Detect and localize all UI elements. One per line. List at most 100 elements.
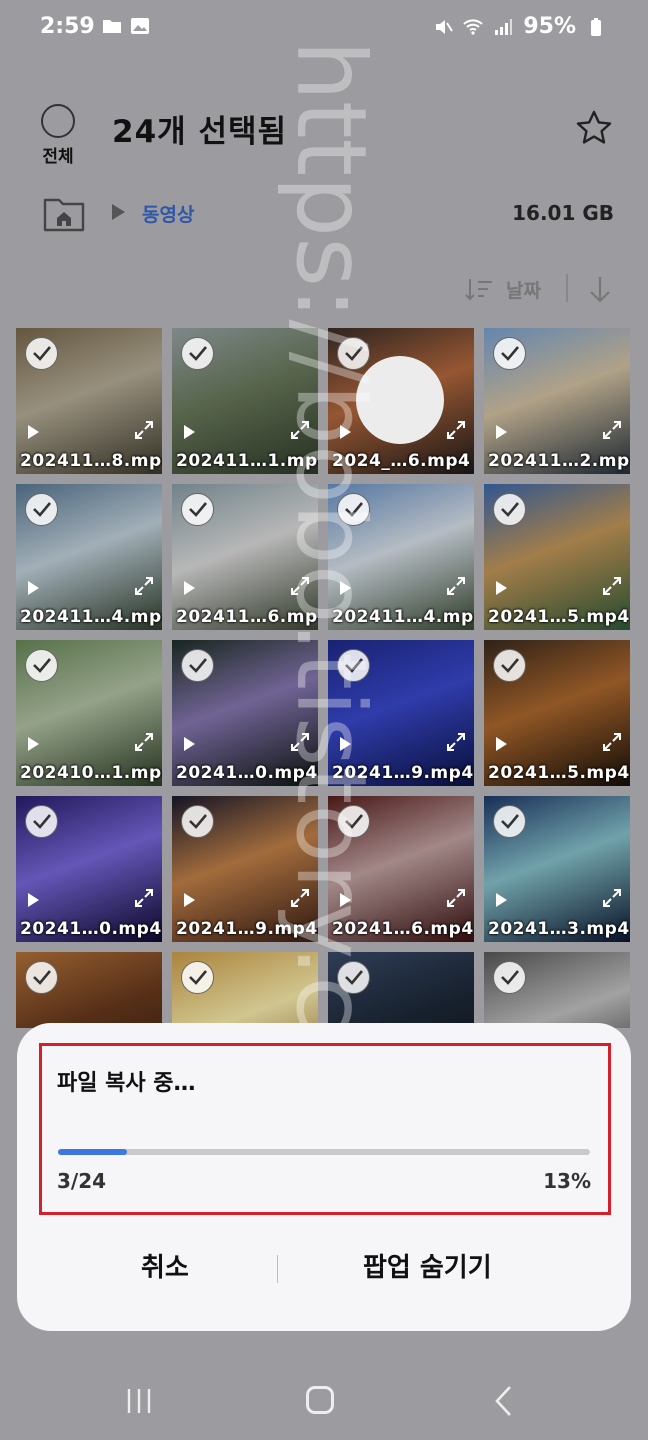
video-filename: 202411…8.mp4 — [20, 451, 162, 471]
expand-icon[interactable] — [134, 420, 154, 440]
hide-popup-button[interactable]: 팝업 숨기기 — [363, 1247, 492, 1284]
sort-label[interactable]: 날짜 — [506, 276, 541, 303]
video-thumbnail[interactable]: 202411…8.mp4 — [16, 328, 162, 474]
status-time: 2:59 — [40, 14, 95, 39]
folder-icon — [103, 20, 121, 33]
selected-checkbox[interactable] — [337, 961, 370, 994]
selected-checkbox[interactable] — [337, 805, 370, 838]
selected-checkbox[interactable] — [25, 805, 58, 838]
video-filename: 202411…2.mp4 — [488, 451, 630, 471]
video-filename: 20241…6.mp4 — [332, 919, 474, 939]
expand-icon[interactable] — [134, 732, 154, 752]
expand-icon[interactable] — [602, 732, 622, 752]
selected-checkbox[interactable] — [25, 961, 58, 994]
video-thumbnail[interactable] — [16, 952, 162, 1028]
video-thumbnail[interactable]: 202410…1.mp4 — [16, 640, 162, 786]
expand-icon[interactable] — [446, 888, 466, 908]
select-all-toggle[interactable]: 전체 — [36, 104, 80, 167]
sort-icon[interactable] — [464, 276, 494, 304]
video-thumbnail[interactable]: 202411…4.mp4 — [16, 484, 162, 630]
selected-checkbox[interactable] — [337, 337, 370, 370]
play-icon — [28, 737, 39, 751]
video-thumbnail[interactable]: 20241…0.mp4 — [172, 640, 318, 786]
status-right: 95% — [433, 14, 606, 39]
video-filename: 202411…4.mp4 — [332, 607, 474, 627]
video-thumbnail[interactable]: 20241…5.mp4 — [484, 484, 630, 630]
checkmark-icon — [345, 346, 363, 361]
video-thumbnail[interactable] — [172, 952, 318, 1028]
progress-count: 3/24 — [57, 1169, 107, 1193]
expand-icon[interactable] — [134, 888, 154, 908]
video-thumbnail[interactable]: 20241…0.mp4 — [16, 796, 162, 942]
breadcrumb-folder-link[interactable]: 동영상 — [142, 200, 194, 227]
expand-icon[interactable] — [446, 732, 466, 752]
selected-checkbox[interactable] — [181, 961, 214, 994]
video-filename: 202410…1.mp4 — [20, 763, 162, 783]
breadcrumb: 동영상 16.01 GB — [0, 190, 648, 238]
checkmark-icon — [189, 346, 207, 361]
home-folder-icon[interactable] — [42, 194, 86, 234]
checkmark-icon — [33, 814, 51, 829]
checkmark-icon — [33, 502, 51, 517]
cancel-button[interactable]: 취소 — [141, 1247, 189, 1284]
selected-checkbox[interactable] — [25, 337, 58, 370]
video-thumbnail[interactable]: 202411…4.mp4 — [328, 484, 474, 630]
video-thumbnail[interactable]: 202411…1.mp4 — [172, 328, 318, 474]
expand-icon[interactable] — [290, 888, 310, 908]
video-thumbnail[interactable] — [328, 952, 474, 1028]
selected-checkbox[interactable] — [25, 493, 58, 526]
play-icon — [340, 425, 351, 439]
expand-icon[interactable] — [290, 420, 310, 440]
selected-checkbox[interactable] — [493, 649, 526, 682]
video-thumbnail[interactable]: 20241…9.mp4 — [328, 640, 474, 786]
selected-checkbox[interactable] — [493, 493, 526, 526]
video-thumbnail[interactable]: 20241…9.mp4 — [172, 796, 318, 942]
selected-checkbox[interactable] — [493, 805, 526, 838]
touch-indicator — [356, 356, 444, 444]
video-filename: 20241…5.mp4 — [488, 763, 630, 783]
video-thumbnail[interactable]: 20241…6.mp4 — [328, 796, 474, 942]
home-button-icon[interactable] — [306, 1386, 334, 1414]
signal-icon — [495, 18, 513, 35]
video-thumbnail[interactable]: 202411…6.mp4 — [172, 484, 318, 630]
star-icon[interactable] — [574, 108, 614, 148]
selected-checkbox[interactable] — [181, 649, 214, 682]
navigation-bar — [0, 1360, 648, 1440]
selected-checkbox[interactable] — [337, 649, 370, 682]
video-filename: 20241…5.mp4 — [488, 607, 630, 627]
expand-icon[interactable] — [446, 576, 466, 596]
selected-checkbox[interactable] — [493, 337, 526, 370]
video-thumbnail[interactable] — [484, 952, 630, 1028]
progress-bar — [58, 1149, 590, 1155]
video-thumbnail[interactable]: 202411…2.mp4 — [484, 328, 630, 474]
video-thumbnail[interactable]: 20241…3.mp4 — [484, 796, 630, 942]
play-icon — [184, 893, 195, 907]
select-all-checkbox[interactable] — [41, 104, 75, 138]
video-thumbnail[interactable]: 20241…5.mp4 — [484, 640, 630, 786]
back-icon[interactable] — [490, 1384, 518, 1418]
video-filename: 2024_…6.mp4 — [332, 451, 471, 471]
selected-checkbox[interactable] — [493, 961, 526, 994]
recent-apps-icon[interactable] — [124, 1386, 154, 1416]
expand-icon[interactable] — [602, 576, 622, 596]
play-icon — [496, 581, 507, 595]
status-bar: 2:59 95% — [0, 0, 648, 56]
play-icon — [496, 737, 507, 751]
video-filename: 20241…3.mp4 — [488, 919, 630, 939]
expand-icon[interactable] — [602, 420, 622, 440]
selected-checkbox[interactable] — [181, 805, 214, 838]
selected-checkbox[interactable] — [337, 493, 370, 526]
page-title: 24개 선택됨 — [112, 114, 288, 150]
sort-direction-icon[interactable] — [586, 274, 614, 304]
expand-icon[interactable] — [134, 576, 154, 596]
copy-progress-dialog: 파일 복사 중… 3/24 13% 취소 팝업 숨기기 — [17, 1023, 631, 1331]
checkmark-icon — [189, 970, 207, 985]
progress-percent: 13% — [543, 1169, 591, 1193]
selected-checkbox[interactable] — [25, 649, 58, 682]
expand-icon[interactable] — [446, 420, 466, 440]
selected-checkbox[interactable] — [181, 493, 214, 526]
expand-icon[interactable] — [602, 888, 622, 908]
selected-checkbox[interactable] — [181, 337, 214, 370]
expand-icon[interactable] — [290, 732, 310, 752]
expand-icon[interactable] — [290, 576, 310, 596]
